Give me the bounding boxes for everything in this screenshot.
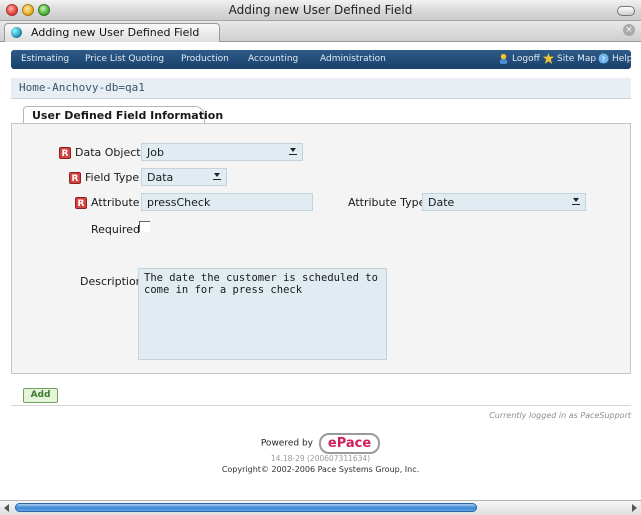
epace-logo: ePace: [318, 433, 381, 454]
globe-favicon-icon: [11, 27, 22, 38]
select-arrow-icon: [289, 146, 297, 157]
version-text: 14.18-29 (200607311634): [270, 454, 371, 463]
window-titlebar: Adding new User Defined Field: [0, 0, 641, 21]
site-map-icon: [543, 53, 554, 64]
attribute-input[interactable]: pressCheck: [141, 193, 313, 211]
attribute-type-value: Date: [428, 196, 455, 209]
description-label: Description: [80, 275, 143, 288]
main-nav-bar: Estimating Price List Quoting Production…: [11, 50, 633, 69]
form-panel: R Data Object Job R Field Type Data R At…: [11, 123, 631, 374]
horizontal-scrollbar[interactable]: [0, 500, 641, 515]
nav-item-accounting[interactable]: Accounting: [248, 54, 298, 64]
required-checkbox[interactable]: [139, 221, 150, 232]
help-icon: ?: [598, 53, 609, 64]
attribute-type-label: Attribute Type: [348, 196, 426, 209]
data-object-label: Data Object: [75, 146, 141, 159]
description-textarea[interactable]: The date the customer is scheduled to co…: [138, 268, 387, 360]
data-object-value: Job: [147, 146, 164, 159]
scrollbar-thumb[interactable]: [15, 503, 477, 512]
required-badge-icon: R: [59, 147, 71, 159]
scroll-right-arrow-icon[interactable]: [632, 504, 637, 512]
select-arrow-icon: [213, 171, 221, 182]
breadcrumb[interactable]: Home-Anchovy-db=qa1: [19, 81, 145, 94]
logoff-icon: [499, 53, 508, 64]
logoff-label: Logoff: [512, 53, 540, 64]
footer-divider: [11, 405, 631, 406]
help-label: Help: [612, 53, 633, 64]
logged-in-status: Currently logged in as PaceSupport: [489, 411, 631, 420]
copyright-text: Copyright© 2002-2006 Pace Systems Group,…: [221, 465, 420, 474]
section-tab-label: User Defined Field Information: [32, 109, 224, 122]
attribute-type-select[interactable]: Date: [422, 193, 586, 211]
toolbar-toggle-button[interactable]: [617, 6, 635, 16]
logoff-link[interactable]: Logoff: [498, 53, 540, 64]
nav-item-price-list-quoting[interactable]: Price List Quoting: [85, 54, 164, 64]
required-label: Required: [91, 223, 140, 236]
help-link[interactable]: ? Help: [598, 53, 633, 64]
required-badge-icon: R: [69, 172, 81, 184]
site-map-label: Site Map: [557, 53, 597, 64]
nav-item-administration[interactable]: Administration: [320, 54, 386, 64]
required-badge-icon: R: [75, 197, 87, 209]
select-arrow-icon: [572, 196, 580, 207]
powered-by: Powered by ePace: [0, 433, 641, 454]
nav-item-production[interactable]: Production: [181, 54, 229, 64]
field-type-select[interactable]: Data: [141, 168, 227, 186]
svg-text:?: ?: [602, 54, 606, 63]
browser-tab-label: Adding new User Defined Field: [31, 26, 200, 39]
browser-tab[interactable]: Adding new User Defined Field: [4, 23, 220, 42]
tab-close-icon[interactable]: ×: [623, 24, 635, 36]
window-title: Adding new User Defined Field: [228, 3, 413, 17]
scroll-left-arrow-icon[interactable]: [4, 504, 9, 512]
data-object-select[interactable]: Job: [141, 143, 303, 161]
powered-by-label: Powered by: [260, 438, 313, 449]
breadcrumb-bar: Home-Anchovy-db=qa1: [11, 78, 631, 99]
site-map-link[interactable]: Site Map: [543, 53, 596, 64]
add-button[interactable]: Add: [23, 388, 58, 403]
field-type-label: Field Type: [85, 171, 140, 184]
nav-item-estimating[interactable]: Estimating: [21, 54, 69, 64]
attribute-label: Attribute: [91, 196, 140, 209]
attribute-value: pressCheck: [147, 196, 211, 209]
browser-tab-strip: Adding new User Defined Field ×: [0, 21, 641, 42]
field-type-value: Data: [147, 171, 174, 184]
